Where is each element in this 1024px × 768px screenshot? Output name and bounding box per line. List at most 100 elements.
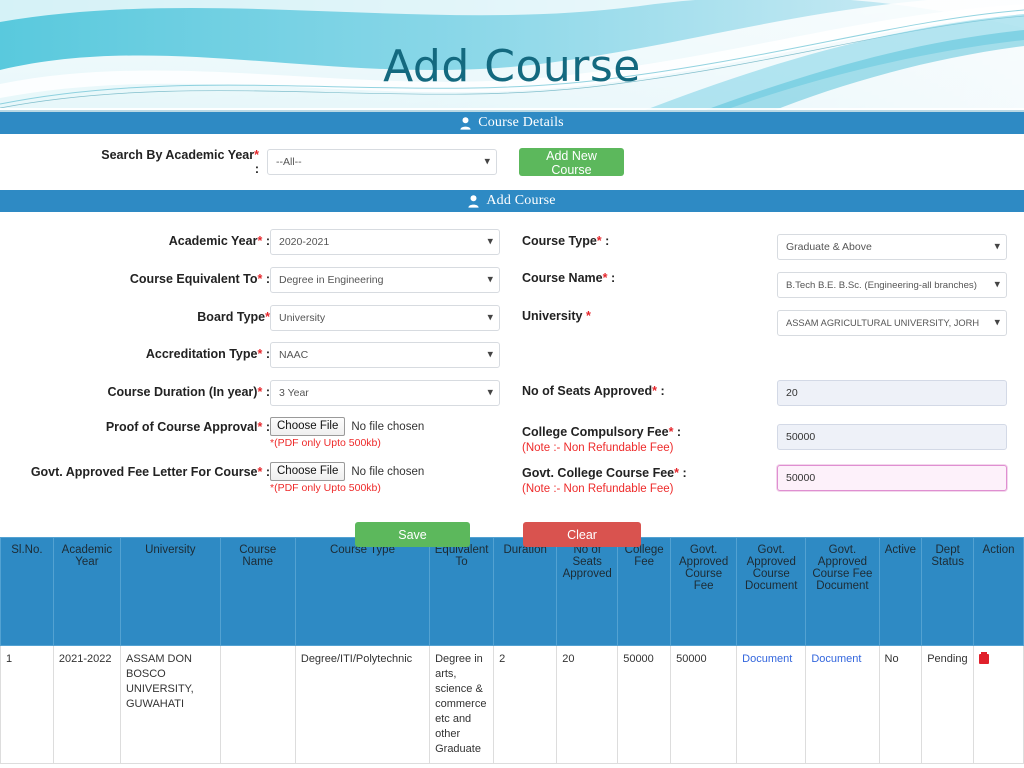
th-sl-no[interactable]: Sl.No. [0, 537, 54, 646]
section-title-add-course: Add Course [486, 193, 556, 208]
govt-approved-fee-letter-label: Govt. Approved Fee Letter For Course* : [0, 465, 270, 479]
required-asterisk: * [257, 385, 263, 399]
college-compulsory-fee-note: (Note :- Non Refundable Fee) [522, 442, 674, 454]
th-action[interactable]: Action [973, 537, 1024, 646]
field-college-compulsory-fee-label-wrap: College Compulsory Fee* : (Note :- Non R… [522, 425, 681, 454]
label-colon: : [660, 384, 665, 398]
academic-year-select-wrap[interactable]: 2020-2021 ▾ [270, 229, 500, 255]
search-academic-year-label: Search By Academic Year* : [100, 148, 267, 176]
course-type-select-wrap[interactable]: Graduate & Above ▾ [777, 234, 1007, 260]
th-equivalent-to[interactable]: Equivalent To [429, 537, 495, 646]
field-academic-year-label-wrap: Academic Year* : [0, 234, 270, 248]
th-govt-approved-course-document[interactable]: Govt. Approved Course Document [736, 537, 807, 646]
course-list-table: Sl.No. Academic Year University Course N… [0, 537, 1024, 764]
choose-file-button[interactable]: Choose File [270, 417, 346, 436]
field-course-equivalent-label-wrap: Course Equivalent To* : [0, 272, 270, 286]
th-no-of-seats-approved[interactable]: No of Seats Approved [556, 537, 619, 646]
govt-college-course-fee-note: (Note :- Non Refundable Fee) [522, 483, 674, 495]
cell-college-fee: 50000 [617, 645, 672, 764]
academic-year-select[interactable]: 2020-2021 [270, 229, 500, 255]
govt-college-course-fee-input[interactable] [777, 465, 1007, 491]
field-university-label-wrap: University * [522, 309, 591, 323]
th-duration[interactable]: Duration [493, 537, 558, 646]
search-academic-year-select-wrap[interactable]: --All-- ▾ [267, 149, 497, 175]
label-colon: : [682, 466, 687, 480]
cell-sl-no: 1 [0, 645, 54, 764]
course-name-label-text: Course Name [522, 271, 603, 285]
proof-of-course-approval-label: Proof of Course Approval* : [0, 420, 270, 434]
proof-of-course-approval-file-input[interactable]: Choose File No file chosen [270, 417, 424, 436]
th-college-fee[interactable]: College Fee [617, 537, 672, 646]
college-compulsory-fee-input[interactable] [777, 424, 1007, 450]
cell-action [973, 645, 1024, 764]
course-name-select-wrap[interactable]: B.Tech B.E. B.Sc. (Engineering-all branc… [777, 272, 1007, 298]
govt-college-course-fee-label-text: Govt. College Course Fee [522, 466, 675, 480]
academic-year-label: Academic Year* : [0, 234, 270, 248]
course-type-label: Course Type* : [522, 234, 609, 248]
board-type-select[interactable]: University [270, 305, 500, 331]
add-new-course-button[interactable]: Add New Course [519, 148, 624, 177]
cell-course-type: Degree/ITI/Polytechnic [294, 645, 431, 764]
accreditation-type-select[interactable]: NAAC [270, 342, 500, 368]
proof-of-course-approval-label-text: Proof of Course Approval [105, 420, 258, 434]
course-type-select[interactable]: Graduate & Above [777, 234, 1007, 260]
govt-approved-fee-letter-file-input[interactable]: Choose File No file chosen [270, 462, 424, 481]
course-duration-select-wrap[interactable]: 3 Year ▾ [270, 380, 500, 406]
th-academic-year[interactable]: Academic Year [52, 537, 121, 646]
field-govt-college-course-fee-label-wrap: Govt. College Course Fee* : (Note :- Non… [522, 466, 687, 495]
accreditation-type-label-text: Accreditation Type [145, 347, 258, 361]
course-equivalent-to-label: Course Equivalent To* : [0, 272, 270, 286]
field-seats-label-wrap: No of Seats Approved* : [522, 384, 665, 398]
required-asterisk: * [596, 234, 602, 248]
required-asterisk: * [602, 271, 608, 285]
course-duration-select[interactable]: 3 Year [270, 380, 500, 406]
th-course-name[interactable]: Course Name [219, 537, 296, 646]
table-header-row: Sl.No. Academic Year University Course N… [0, 537, 1024, 646]
course-name-select[interactable]: B.Tech B.E. B.Sc. (Engineering-all branc… [777, 272, 1007, 298]
accreditation-type-select-wrap[interactable]: NAAC ▾ [270, 342, 500, 368]
cell-no-of-seats-approved: 20 [556, 645, 619, 764]
required-asterisk: * [254, 148, 259, 162]
delete-icon[interactable] [979, 652, 990, 664]
choose-file-button[interactable]: Choose File [270, 462, 346, 481]
cell-equivalent-to: Degree in arts, science & commerce etc a… [429, 645, 495, 764]
document-link[interactable]: Document [742, 653, 792, 665]
banner-divider [0, 110, 1024, 112]
save-button[interactable]: Save [355, 522, 470, 547]
university-select-wrap[interactable]: ASSAM AGRICULTURAL UNIVERSITY, JORH ▾ [777, 310, 1007, 336]
govt-approved-fee-letter-label-text: Govt. Approved Fee Letter For Course [30, 465, 258, 479]
th-govt-approved-course-fee-document[interactable]: Govt. Approved Course Fee Document [805, 537, 880, 646]
label-colon: : [254, 162, 259, 176]
th-course-type[interactable]: Course Type [294, 537, 431, 646]
person-icon [460, 116, 471, 130]
section-header-course-details: Course Details [0, 112, 1024, 134]
th-active[interactable]: Active [878, 537, 923, 646]
university-select[interactable]: ASSAM AGRICULTURAL UNIVERSITY, JORH [777, 310, 1007, 336]
search-academic-year-select[interactable]: --All-- [267, 149, 497, 175]
course-equivalent-to-select-wrap[interactable]: Degree in Engineering ▾ [270, 267, 500, 293]
table-row: 1 2021-2022 ASSAM DON BOSCO UNIVERSITY, … [0, 645, 1024, 764]
th-university[interactable]: University [119, 537, 221, 646]
clear-button[interactable]: Clear [523, 522, 641, 547]
th-dept-status[interactable]: Dept Status [921, 537, 975, 646]
university-label: University * [522, 309, 591, 323]
course-name-label: Course Name* : [522, 271, 615, 285]
person-icon [468, 194, 479, 208]
college-compulsory-fee-label: College Compulsory Fee* : [522, 425, 681, 439]
label-colon: : [610, 271, 616, 285]
no-of-seats-approved-input[interactable] [777, 380, 1007, 406]
govt-college-course-fee-label: Govt. College Course Fee* : [522, 466, 687, 480]
board-type-select-wrap[interactable]: University ▾ [270, 305, 500, 331]
required-asterisk: * [668, 425, 674, 439]
required-asterisk: * [652, 384, 657, 398]
cell-university: ASSAM DON BOSCO UNIVERSITY, GUWAHATI [119, 645, 221, 764]
required-asterisk: * [257, 272, 263, 286]
document-link[interactable]: Document [811, 653, 861, 665]
course-duration-label: Course Duration (In year)* : [0, 385, 270, 399]
cell-duration: 2 [493, 645, 558, 764]
field-proof-approval-label-wrap: Proof of Course Approval* : [0, 420, 270, 434]
th-govt-approved-course-fee[interactable]: Govt. Approved Course Fee [670, 537, 738, 646]
cell-govt-approved-course-document: Document [736, 645, 807, 764]
course-equivalent-to-select[interactable]: Degree in Engineering [270, 267, 500, 293]
course-duration-label-text: Course Duration (In year) [107, 385, 258, 399]
